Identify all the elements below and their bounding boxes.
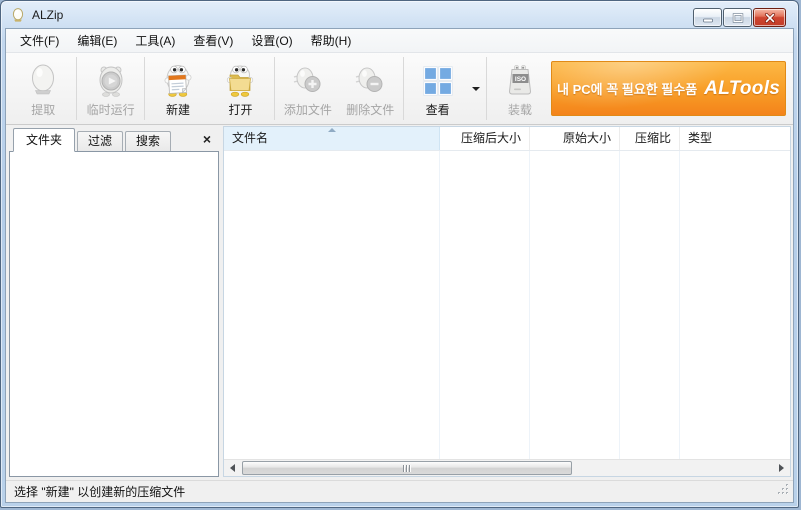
extract-button[interactable]: 提取 xyxy=(12,56,74,122)
folder-tree-panel[interactable] xyxy=(9,151,219,477)
mount-button[interactable]: ISO 装载 xyxy=(489,56,551,122)
file-list-body[interactable] xyxy=(224,151,790,459)
horizontal-scrollbar xyxy=(224,459,790,476)
status-text: 选择 "新建" 以创建新的压缩文件 xyxy=(14,483,185,500)
new-archive-button[interactable]: 新建 xyxy=(147,56,209,122)
toolbar-separator xyxy=(76,57,77,120)
altools-banner[interactable]: 내 PC에 꼭 필요한 필수품 ALTools xyxy=(551,61,786,116)
alzip-app-icon xyxy=(10,7,26,23)
main-content: 文件夹 过滤 搜索 × 文件名 压缩后大小 原始大小 压缩比 类型 xyxy=(6,125,793,480)
title-bar[interactable]: ALZip xyxy=(1,1,798,28)
open-archive-button[interactable]: 打开 xyxy=(209,56,271,122)
scrollbar-thumb[interactable] xyxy=(242,461,572,475)
client-area: 文件(F) 编辑(E) 工具(A) 查看(V) 设置(O) 帮助(H) 提取 xyxy=(5,28,794,503)
menu-help[interactable]: 帮助(H) xyxy=(302,28,361,53)
iso-mount-icon: ISO xyxy=(500,61,540,101)
menu-tools[interactable]: 工具(A) xyxy=(126,28,184,53)
column-separator xyxy=(529,151,530,459)
banner-text: 내 PC에 꼭 필요한 필수품 xyxy=(557,79,697,98)
window-title: ALZip xyxy=(32,8,63,22)
tab-folders[interactable]: 文件夹 xyxy=(13,128,75,152)
scroll-right-icon xyxy=(779,464,784,472)
column-header-type[interactable]: 类型 xyxy=(680,127,790,150)
toolbar-button-label: 临时运行 xyxy=(87,101,135,118)
sidebar-tabs: 文件夹 过滤 搜索 × xyxy=(9,126,219,151)
minimize-button[interactable] xyxy=(693,8,722,27)
add-files-button[interactable]: 添加文件 xyxy=(277,56,339,122)
scrollbar-track[interactable] xyxy=(241,460,773,476)
scroll-right-button[interactable] xyxy=(773,460,790,476)
toolbar-button-label: 添加文件 xyxy=(284,101,332,118)
tab-filter[interactable]: 过滤 xyxy=(77,131,123,151)
delete-files-button[interactable]: 删除文件 xyxy=(339,56,401,122)
sidebar: 文件夹 过滤 搜索 × xyxy=(9,126,219,477)
scrollbar-grip-icon xyxy=(403,465,404,472)
column-header-original-size[interactable]: 原始大小 xyxy=(530,127,620,150)
file-list: 文件名 压缩后大小 原始大小 压缩比 类型 xyxy=(223,126,791,477)
egg-open-icon xyxy=(220,61,260,101)
banner-brand: ALTools xyxy=(704,78,780,100)
status-bar: 选择 "新建" 以创建新的压缩文件 xyxy=(6,480,793,502)
menu-settings[interactable]: 设置(O) xyxy=(242,28,301,53)
column-separator xyxy=(679,151,680,459)
maximize-button[interactable] xyxy=(723,8,752,27)
toolbar: 提取 临时运行 xyxy=(6,53,793,125)
close-button[interactable] xyxy=(753,8,786,27)
egg-temp-run-icon xyxy=(91,61,131,101)
scroll-left-icon xyxy=(230,464,235,472)
delete-files-icon xyxy=(350,61,390,101)
toolbar-separator xyxy=(144,57,145,120)
resize-grip-icon[interactable] xyxy=(777,483,790,499)
egg-extract-icon xyxy=(23,61,63,101)
scrollbar-grip-icon xyxy=(406,465,407,472)
toolbar-button-label: 新建 xyxy=(166,101,190,118)
maximize-icon xyxy=(732,13,744,23)
toolbar-button-label: 提取 xyxy=(31,101,55,118)
column-separator xyxy=(619,151,620,459)
toolbar-separator xyxy=(403,57,404,120)
minimize-icon xyxy=(702,13,714,23)
scrollbar-grip-icon xyxy=(409,465,410,472)
view-button[interactable]: 查看 xyxy=(406,56,468,122)
toolbar-button-label: 打开 xyxy=(228,101,252,118)
menu-bar: 文件(F) 编辑(E) 工具(A) 查看(V) 设置(O) 帮助(H) xyxy=(6,29,793,53)
panel-close-icon[interactable]: × xyxy=(203,132,211,146)
iso-badge-text: ISO xyxy=(515,75,526,82)
menu-edit[interactable]: 编辑(E) xyxy=(68,28,126,53)
column-header-ratio[interactable]: 压缩比 xyxy=(620,127,680,150)
temp-run-button[interactable]: 临时运行 xyxy=(79,56,141,122)
close-icon xyxy=(764,13,776,23)
tab-search[interactable]: 搜索 xyxy=(125,131,171,151)
egg-new-icon xyxy=(158,61,198,101)
menu-view[interactable]: 查看(V) xyxy=(184,28,242,53)
column-separator xyxy=(439,151,440,459)
add-files-icon xyxy=(288,61,328,101)
toolbar-separator xyxy=(486,57,487,120)
view-dropdown-button[interactable] xyxy=(469,56,484,122)
view-grid-icon xyxy=(418,61,458,101)
alzip-window: ALZip 文件(F) 编辑(E) 工具(A) xyxy=(0,0,799,508)
toolbar-button-label: 装载 xyxy=(508,101,532,118)
column-header-filename[interactable]: 文件名 xyxy=(224,127,440,150)
toolbar-separator xyxy=(274,57,275,120)
sort-asc-icon xyxy=(328,128,336,132)
file-list-header: 文件名 压缩后大小 原始大小 压缩比 类型 xyxy=(224,127,790,151)
scroll-left-button[interactable] xyxy=(224,460,241,476)
menu-file[interactable]: 文件(F) xyxy=(11,28,68,53)
toolbar-button-label: 查看 xyxy=(426,101,450,118)
column-header-packed-size[interactable]: 压缩后大小 xyxy=(440,127,530,150)
chevron-down-icon xyxy=(472,87,480,91)
toolbar-button-label: 删除文件 xyxy=(346,101,394,118)
